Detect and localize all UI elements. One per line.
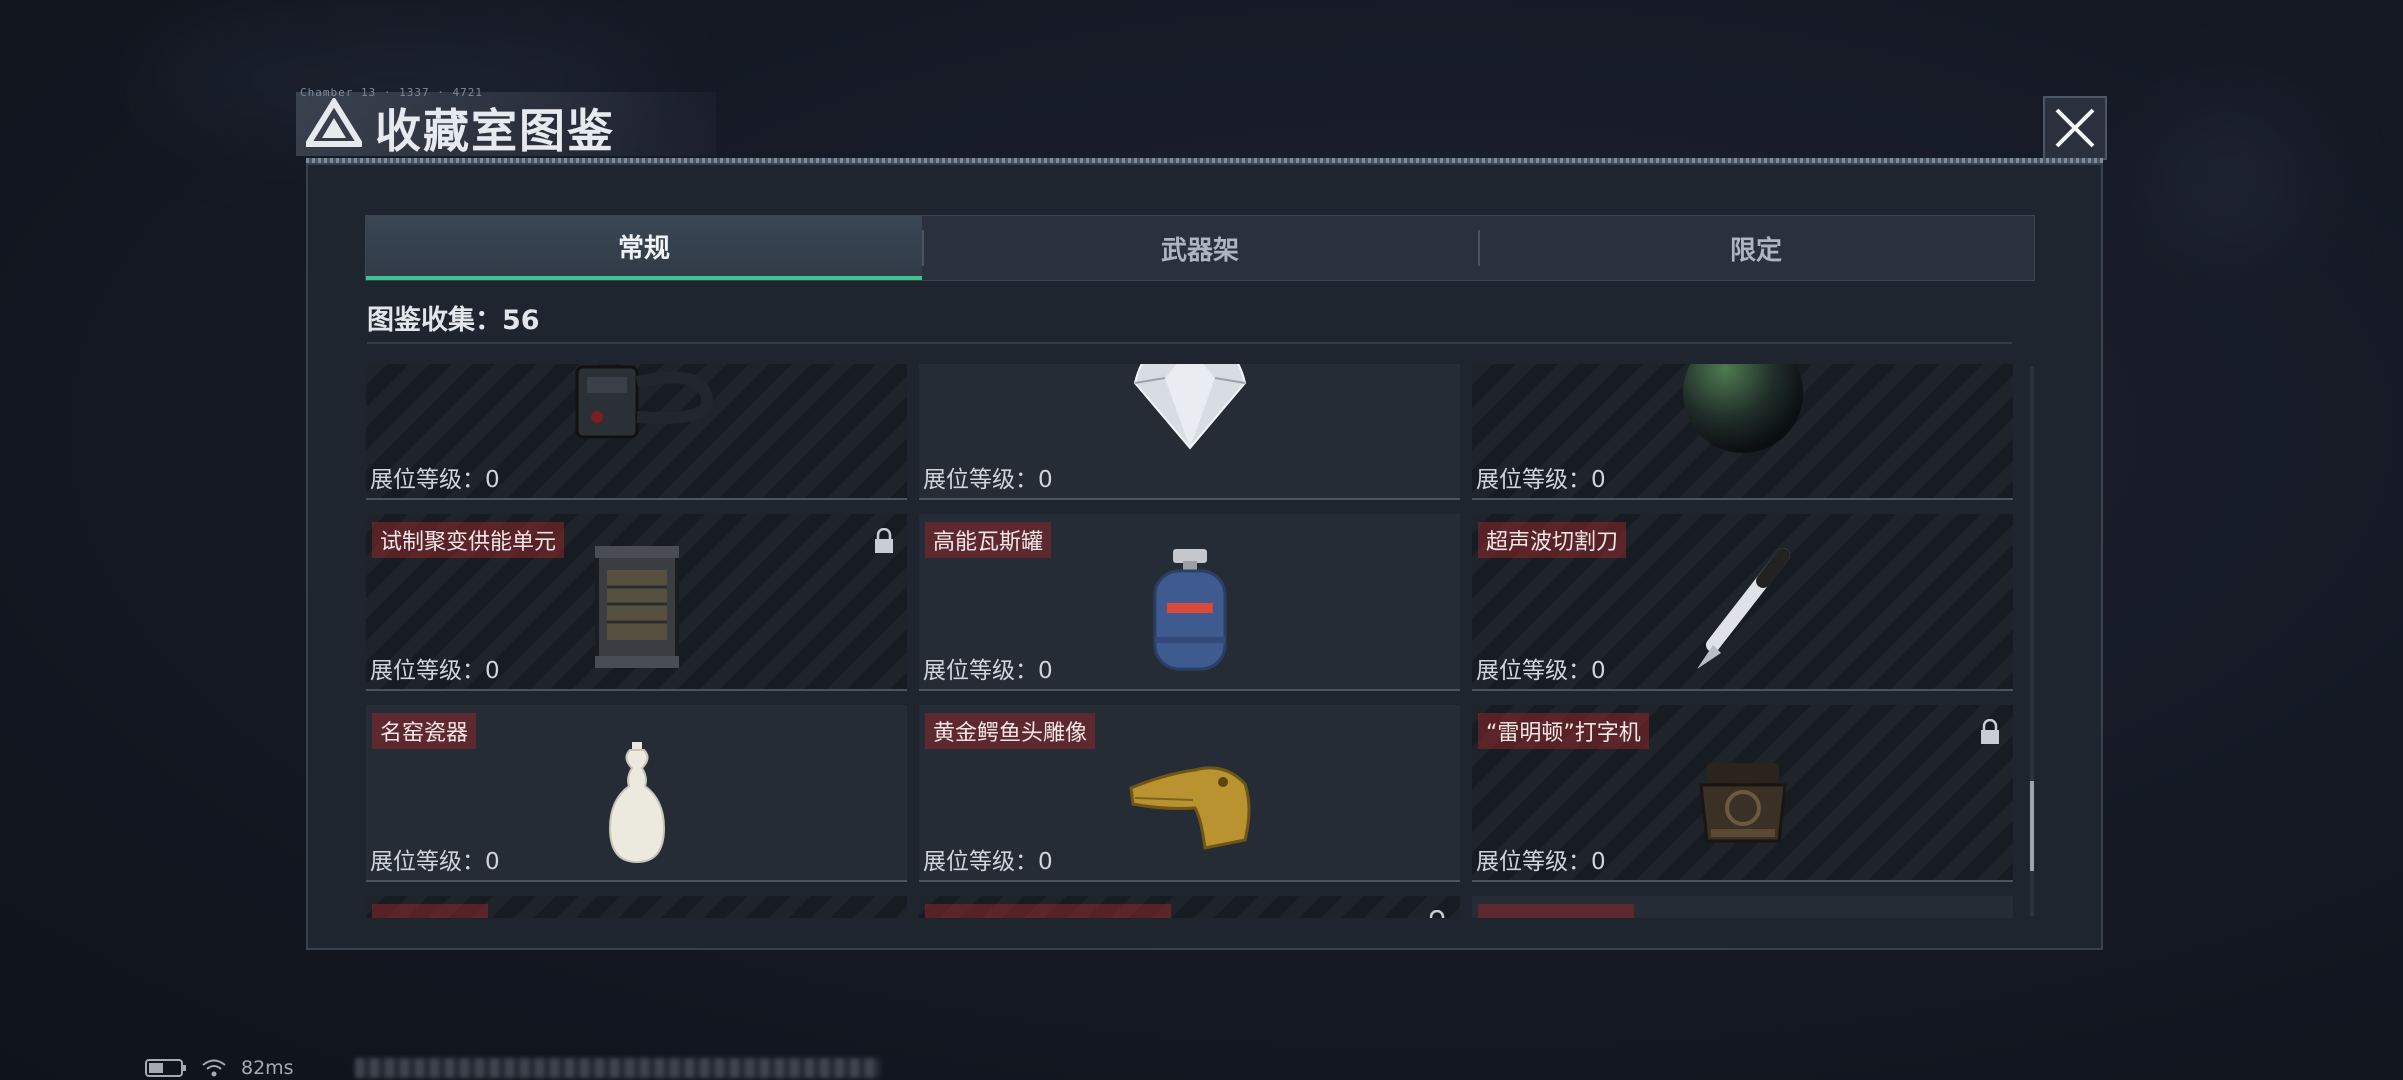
tab-limited[interactable]: 限定 bbox=[1478, 216, 2034, 280]
item-name bbox=[372, 904, 488, 918]
collection-card[interactable]: 高能瓦斯罐 展位等级：0 bbox=[919, 514, 1460, 691]
porcelain-vase-icon bbox=[608, 742, 665, 864]
battery-icon bbox=[145, 1059, 186, 1077]
scrollbar-thumb[interactable] bbox=[2030, 781, 2034, 871]
delta-logo-icon bbox=[306, 98, 362, 147]
collection-card[interactable]: 展位等级：0 bbox=[919, 364, 1460, 500]
close-icon bbox=[2055, 108, 2095, 148]
golden-crocodile-head-icon bbox=[1128, 766, 1250, 850]
close-button[interactable] bbox=[2043, 96, 2107, 160]
collection-count: 图鉴收集：56 bbox=[367, 298, 540, 337]
collection-card[interactable]: 黄金鳄鱼头雕像 展位等级：0 bbox=[919, 705, 1460, 882]
divider bbox=[367, 342, 2012, 344]
display-level: 展位等级：0 bbox=[1476, 658, 1606, 684]
ultrasonic-cutter-icon bbox=[1696, 548, 1790, 670]
display-level: 展位等级：0 bbox=[370, 467, 500, 493]
item-name: 黄金鳄鱼头雕像 bbox=[925, 713, 1096, 749]
tab-weapon-rack[interactable]: 武器架 bbox=[922, 216, 1478, 280]
tab-regular[interactable]: 常规 bbox=[366, 216, 922, 280]
display-level: 展位等级：0 bbox=[923, 467, 1053, 493]
display-level: 展位等级：0 bbox=[923, 849, 1053, 875]
lock-icon bbox=[875, 528, 893, 553]
collection-card[interactable]: 名窑瓷器 展位等级：0 bbox=[366, 705, 907, 882]
lock-icon bbox=[1981, 719, 1999, 744]
item-name bbox=[1478, 904, 1634, 918]
collection-card[interactable] bbox=[366, 896, 907, 918]
collection-label: 图鉴收集： bbox=[367, 305, 502, 336]
dark-sphere-icon bbox=[1682, 364, 1803, 453]
collection-card[interactable]: “雷明顿”打字机 展位等级：0 bbox=[1472, 705, 2013, 882]
item-name bbox=[925, 904, 1171, 918]
collection-card[interactable]: 展位等级：0 bbox=[366, 364, 907, 500]
item-name: 名窑瓷器 bbox=[372, 713, 477, 749]
blurred-text bbox=[355, 1058, 880, 1078]
diamond-icon bbox=[1133, 364, 1246, 450]
item-grid: 展位等级：0 展位等级：0 展位等级：0 试制聚变供能单元 展位等级：0 高能瓦… bbox=[366, 364, 2016, 918]
typewriter-icon bbox=[1698, 763, 1787, 843]
ping-value: 82ms bbox=[241, 1057, 294, 1079]
status-bar: 82ms bbox=[145, 1056, 294, 1080]
wifi-icon bbox=[202, 1059, 226, 1077]
display-level: 展位等级：0 bbox=[923, 658, 1053, 684]
bracelet-device-icon bbox=[575, 365, 713, 439]
display-level: 展位等级：0 bbox=[1476, 467, 1606, 493]
collection-card[interactable]: 试制聚变供能单元 展位等级：0 bbox=[366, 514, 907, 691]
item-name: “雷明顿”打字机 bbox=[1478, 713, 1649, 749]
gas-canister-icon bbox=[1153, 549, 1226, 671]
display-level: 展位等级：0 bbox=[370, 849, 500, 875]
item-name: 高能瓦斯罐 bbox=[925, 522, 1052, 558]
collection-value: 56 bbox=[502, 305, 540, 336]
display-level: 展位等级：0 bbox=[370, 658, 500, 684]
item-name: 试制聚变供能单元 bbox=[372, 522, 565, 558]
item-name: 超声波切割刀 bbox=[1478, 522, 1627, 558]
window-title: 收藏室图鉴 bbox=[375, 104, 615, 158]
fusion-power-unit-icon bbox=[594, 545, 679, 668]
lock-icon bbox=[1429, 910, 1445, 918]
display-level: 展位等级：0 bbox=[1476, 849, 1606, 875]
collection-card[interactable]: 超声波切割刀 展位等级：0 bbox=[1472, 514, 2013, 691]
collection-card[interactable] bbox=[919, 896, 1460, 918]
scrollbar[interactable] bbox=[2030, 366, 2034, 916]
collection-card[interactable] bbox=[1472, 896, 2013, 918]
tab-bar: 常规 武器架 限定 bbox=[365, 215, 2035, 281]
item-grid-viewport[interactable]: 展位等级：0 展位等级：0 展位等级：0 试制聚变供能单元 展位等级：0 高能瓦… bbox=[366, 364, 2016, 918]
collection-card[interactable]: 展位等级：0 bbox=[1472, 364, 2013, 500]
